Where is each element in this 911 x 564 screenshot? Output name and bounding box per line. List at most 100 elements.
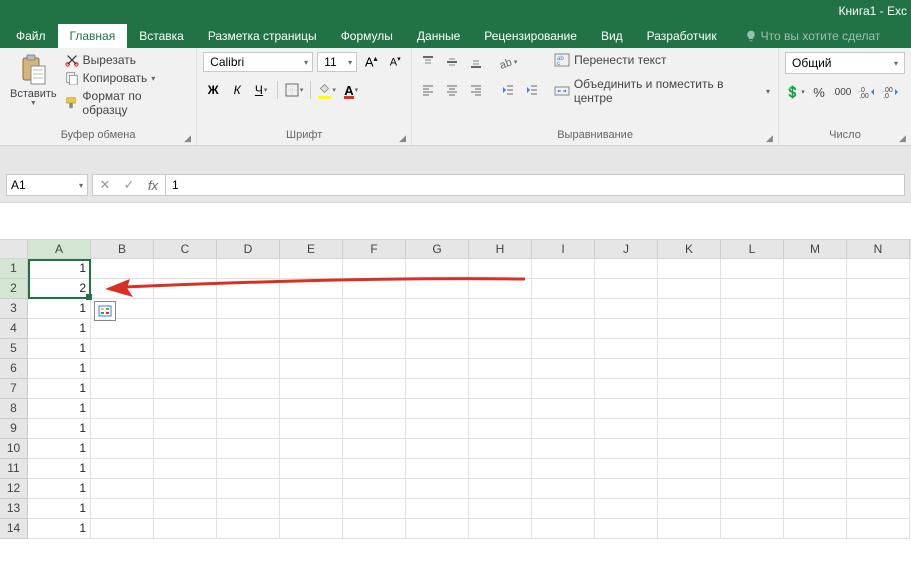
cell[interactable]	[469, 259, 532, 279]
cell[interactable]	[154, 259, 217, 279]
cell[interactable]	[406, 299, 469, 319]
borders-button[interactable]: ▾	[284, 80, 304, 100]
cell[interactable]	[847, 379, 910, 399]
font-name-select[interactable]: Calibri ▾	[203, 52, 313, 72]
cell[interactable]	[280, 519, 343, 539]
cut-button[interactable]: Вырезать	[63, 52, 191, 68]
cell[interactable]	[658, 319, 721, 339]
align-left-button[interactable]	[418, 80, 438, 100]
cell[interactable]	[784, 419, 847, 439]
spreadsheet-grid[interactable]: A B C D E F G H I J K L M N 112231415161…	[0, 239, 911, 539]
cell[interactable]	[532, 459, 595, 479]
select-all-corner[interactable]	[0, 240, 28, 258]
cell[interactable]	[280, 279, 343, 299]
cell[interactable]	[217, 259, 280, 279]
cell[interactable]	[217, 379, 280, 399]
cell[interactable]	[784, 399, 847, 419]
cell[interactable]: 1	[28, 419, 91, 439]
cell[interactable]	[847, 319, 910, 339]
cell[interactable]	[784, 319, 847, 339]
align-bottom-button[interactable]	[466, 52, 486, 72]
cell[interactable]	[847, 439, 910, 459]
cell[interactable]	[154, 459, 217, 479]
comma-format-button[interactable]: 000	[833, 82, 853, 102]
cell[interactable]	[595, 519, 658, 539]
cell[interactable]	[154, 399, 217, 419]
cell[interactable]	[469, 359, 532, 379]
cell[interactable]	[658, 279, 721, 299]
percent-format-button[interactable]: %	[809, 82, 829, 102]
name-box[interactable]: A1 ▾	[6, 174, 88, 196]
confirm-formula-button[interactable]: ✓	[117, 177, 141, 193]
merge-center-button[interactable]: Объединить и поместить в центре ▾	[552, 76, 772, 106]
cell[interactable]	[343, 379, 406, 399]
cell[interactable]	[784, 379, 847, 399]
cell[interactable]	[154, 379, 217, 399]
cell[interactable]	[406, 379, 469, 399]
cell[interactable]	[784, 279, 847, 299]
cell[interactable]	[469, 439, 532, 459]
cell[interactable]	[721, 259, 784, 279]
cell[interactable]	[154, 319, 217, 339]
cell[interactable]	[784, 459, 847, 479]
cell[interactable]	[406, 259, 469, 279]
column-header[interactable]: G	[406, 240, 469, 258]
cell[interactable]	[658, 479, 721, 499]
increase-decimal-button[interactable]: .0.00	[857, 82, 877, 102]
cell[interactable]	[217, 339, 280, 359]
row-header[interactable]: 7	[0, 379, 28, 399]
cell[interactable]	[721, 379, 784, 399]
cell[interactable]	[532, 279, 595, 299]
cell[interactable]	[343, 519, 406, 539]
fill-color-button[interactable]: ▾	[317, 80, 337, 100]
format-painter-button[interactable]: Формат по образцу	[63, 88, 191, 118]
cell[interactable]	[406, 319, 469, 339]
cell[interactable]	[784, 479, 847, 499]
paste-button[interactable]: Вставить ▼	[6, 52, 61, 127]
cell[interactable]	[91, 379, 154, 399]
row-header[interactable]: 8	[0, 399, 28, 419]
cell[interactable]	[595, 359, 658, 379]
cell[interactable]	[406, 459, 469, 479]
cell[interactable]	[343, 399, 406, 419]
cell[interactable]	[595, 279, 658, 299]
cell[interactable]	[217, 319, 280, 339]
cell[interactable]	[595, 379, 658, 399]
cell[interactable]	[469, 299, 532, 319]
cell[interactable]: 1	[28, 439, 91, 459]
cell[interactable]	[217, 419, 280, 439]
row-header[interactable]: 12	[0, 479, 28, 499]
tab-page-layout[interactable]: Разметка страницы	[196, 24, 329, 48]
cell[interactable]	[343, 499, 406, 519]
cell[interactable]	[532, 359, 595, 379]
cell[interactable]	[154, 519, 217, 539]
cell[interactable]	[721, 479, 784, 499]
cell[interactable]	[595, 499, 658, 519]
bold-button[interactable]: Ж	[203, 80, 223, 100]
cell[interactable]	[532, 479, 595, 499]
cell[interactable]	[532, 399, 595, 419]
cell[interactable]	[217, 499, 280, 519]
tab-insert[interactable]: Вставка	[127, 24, 196, 48]
cell[interactable]	[721, 459, 784, 479]
cell[interactable]	[847, 259, 910, 279]
increase-font-button[interactable]: A▴	[361, 52, 381, 72]
cell[interactable]	[217, 439, 280, 459]
cell[interactable]	[469, 459, 532, 479]
cell[interactable]	[217, 359, 280, 379]
cell[interactable]	[343, 279, 406, 299]
cell[interactable]	[217, 519, 280, 539]
cell[interactable]	[721, 419, 784, 439]
tab-data[interactable]: Данные	[405, 24, 472, 48]
cell[interactable]	[91, 339, 154, 359]
column-header[interactable]: B	[91, 240, 154, 258]
cell[interactable]	[721, 299, 784, 319]
cell[interactable]	[595, 439, 658, 459]
cell[interactable]	[406, 499, 469, 519]
column-header[interactable]: M	[784, 240, 847, 258]
cell[interactable]	[721, 359, 784, 379]
row-header[interactable]: 13	[0, 499, 28, 519]
cell[interactable]	[91, 319, 154, 339]
cell[interactable]	[847, 519, 910, 539]
cell[interactable]	[343, 259, 406, 279]
